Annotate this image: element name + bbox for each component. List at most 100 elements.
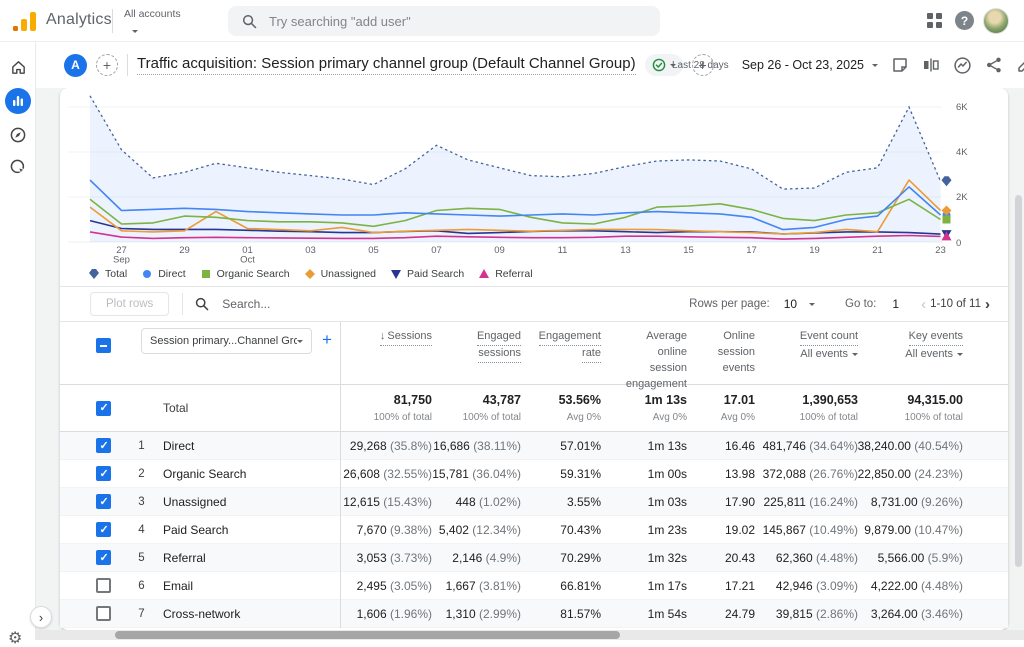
divider — [112, 9, 113, 33]
column-label: Engagement — [539, 329, 601, 346]
notes-icon[interactable] — [891, 56, 909, 74]
row-checkbox[interactable] — [96, 578, 111, 593]
admin-gear-icon[interactable]: ⚙ — [8, 630, 22, 646]
account-switcher[interactable]: All accounts — [124, 8, 181, 36]
metric-cell: 481,746 (34.64%) — [763, 439, 858, 453]
help-icon[interactable]: ? — [955, 11, 974, 30]
metric-cell: 38,240.00 (40.54%) — [858, 439, 963, 453]
triangle-up-icon — [478, 268, 490, 280]
table-body: 1 Direct29,268 (35.8%)16,686 (38.11%)57.… — [60, 432, 1008, 628]
total-metric-cell: 81,750100% of total — [340, 391, 432, 425]
legend-label: Unassigned — [321, 268, 376, 280]
edit-report-icon[interactable] — [1016, 56, 1024, 74]
nav-home-icon[interactable] — [5, 54, 31, 80]
compare-icon[interactable] — [922, 56, 940, 74]
nav-explore-icon[interactable] — [5, 122, 31, 148]
table-row-direct[interactable]: 1 Direct29,268 (35.8%)16,686 (38.11%)57.… — [60, 432, 1008, 460]
goto-value[interactable]: 1 — [892, 297, 899, 311]
vertical-scrollbar[interactable] — [1015, 195, 1022, 567]
svg-text:6K: 6K — [956, 102, 968, 113]
metric-cell: 26,608 (32.55%) — [343, 467, 432, 481]
horizontal-scrollbar-track[interactable] — [36, 630, 1024, 640]
apps-grid-icon[interactable] — [926, 12, 943, 29]
table-search-input[interactable]: Search... — [195, 297, 270, 311]
report-title[interactable]: Traffic acquisition: Session primary cha… — [137, 55, 636, 75]
channel-name: Direct — [163, 439, 340, 453]
legend-item-referral[interactable]: Referral — [478, 268, 532, 280]
total-metric-cell: 94,315.00100% of total — [858, 391, 963, 425]
nav-reports-icon[interactable] — [5, 88, 31, 114]
search-icon — [195, 297, 209, 311]
row-checkbox[interactable] — [96, 522, 111, 537]
column-header-online-session-events[interactable]: Onlinesessionevents — [687, 329, 755, 393]
svg-text:11: 11 — [558, 245, 568, 256]
total-row-checkbox[interactable] — [96, 401, 111, 416]
metric-cell: 17.90 — [725, 495, 755, 509]
rows-per-page-value[interactable]: 10 — [784, 297, 797, 311]
column-header-average-online-session-engagement[interactable]: Averageonlinesessionengagement — [601, 329, 687, 393]
add-comparison-button[interactable]: + — [96, 54, 118, 76]
legend-label: Direct — [158, 268, 185, 280]
metric-cell: 1m 32s — [648, 551, 687, 565]
date-range-selector[interactable]: Sep 26 - Oct 23, 2025 — [742, 58, 864, 72]
user-avatar[interactable] — [983, 8, 1009, 34]
row-checkbox[interactable] — [96, 466, 111, 481]
nav-advertising-icon[interactable] — [5, 154, 31, 180]
metric-cell: 2,495 (3.05%) — [357, 579, 432, 593]
property-avatar[interactable]: A — [64, 54, 87, 77]
dimension-selector[interactable]: Session primary...Channel Group) — [141, 328, 312, 354]
row-checkbox[interactable] — [96, 494, 111, 509]
traffic-line-chart[interactable]: 27Sep2901Oct03050709111315171921236K4K2K… — [60, 88, 1008, 264]
column-header-sessions[interactable]: ↓Sessions — [340, 329, 432, 393]
channel-name: Email — [163, 579, 340, 593]
analytics-logo-icon[interactable] — [13, 11, 39, 31]
row-number: 2 — [138, 468, 144, 480]
metric-column-headers: ↓SessionsEngagedsessionsEngagementrateAv… — [340, 329, 963, 393]
legend-item-paid-search[interactable]: Paid Search — [390, 268, 464, 280]
legend-item-unassigned[interactable]: Unassigned — [304, 268, 376, 280]
column-label: session — [650, 361, 687, 377]
metric-filter[interactable]: All events — [800, 347, 858, 363]
table-row-unassigned[interactable]: 3 Unassigned12,615 (15.43%)448 (1.02%)3.… — [60, 488, 1008, 516]
plot-rows-button[interactable]: Plot rows — [90, 292, 169, 316]
insights-icon[interactable] — [953, 56, 972, 75]
table-row-cross-network[interactable]: 7 Cross-network1,606 (1.96%)1,310 (2.99%… — [60, 600, 1008, 628]
metric-cell: 24.79 — [725, 607, 755, 621]
svg-text:23: 23 — [935, 245, 946, 256]
column-header-engagement-rate[interactable]: Engagementrate — [521, 329, 601, 393]
row-checkbox[interactable] — [96, 438, 111, 453]
table-row-paid-search[interactable]: 4 Paid Search7,670 (9.38%)5,402 (12.34%)… — [60, 516, 1008, 544]
legend-item-organic-search[interactable]: Organic Search — [200, 268, 290, 280]
global-search-input[interactable]: Try searching "add user" — [228, 6, 660, 36]
table-total-row: Total 81,750100% of total 43,787100% of … — [60, 385, 1008, 432]
legend-item-total[interactable]: Total — [88, 268, 127, 280]
horizontal-scrollbar[interactable] — [115, 631, 620, 639]
metric-cell: 17.21 — [725, 579, 755, 593]
metric-cell: 3,264.00 (3.46%) — [871, 607, 963, 621]
column-label: Event count — [800, 329, 858, 346]
channel-name: Cross-network — [163, 607, 340, 621]
metric-cell: 7,670 (9.38%) — [357, 523, 432, 537]
column-header-engaged-sessions[interactable]: Engagedsessions — [432, 329, 521, 393]
total-metric-cell: 1m 13sAvg 0% — [601, 391, 687, 425]
add-dimension-button[interactable]: + — [322, 331, 332, 348]
metric-cell: 70.43% — [560, 523, 601, 537]
share-icon[interactable] — [985, 56, 1003, 74]
metric-filter[interactable]: All events — [905, 347, 963, 363]
table-row-organic-search[interactable]: 2 Organic Search26,608 (32.55%)15,781 (3… — [60, 460, 1008, 488]
prev-page-icon[interactable]: ‹ — [917, 297, 930, 312]
nav-expand-button[interactable]: › — [30, 606, 52, 628]
select-all-checkbox[interactable] — [96, 338, 111, 353]
metric-cell: 13.98 — [725, 467, 755, 481]
top-app-bar: Analytics All accounts Try searching "ad… — [0, 0, 1024, 42]
next-page-icon[interactable]: › — [981, 297, 994, 312]
metric-cell: 57.01% — [560, 439, 601, 453]
row-checkbox[interactable] — [96, 550, 111, 565]
column-header-event-count[interactable]: Event countAll events — [755, 329, 858, 393]
row-checkbox[interactable] — [96, 606, 111, 621]
column-header-key-events[interactable]: Key eventsAll events — [858, 329, 963, 393]
table-row-referral[interactable]: 5 Referral3,053 (3.73%)2,146 (4.9%)70.29… — [60, 544, 1008, 572]
legend-item-direct[interactable]: Direct — [141, 268, 185, 280]
table-row-email[interactable]: 6 Email2,495 (3.05%)1,667 (3.81%)66.81%1… — [60, 572, 1008, 600]
chevron-down-icon[interactable] — [809, 303, 815, 306]
